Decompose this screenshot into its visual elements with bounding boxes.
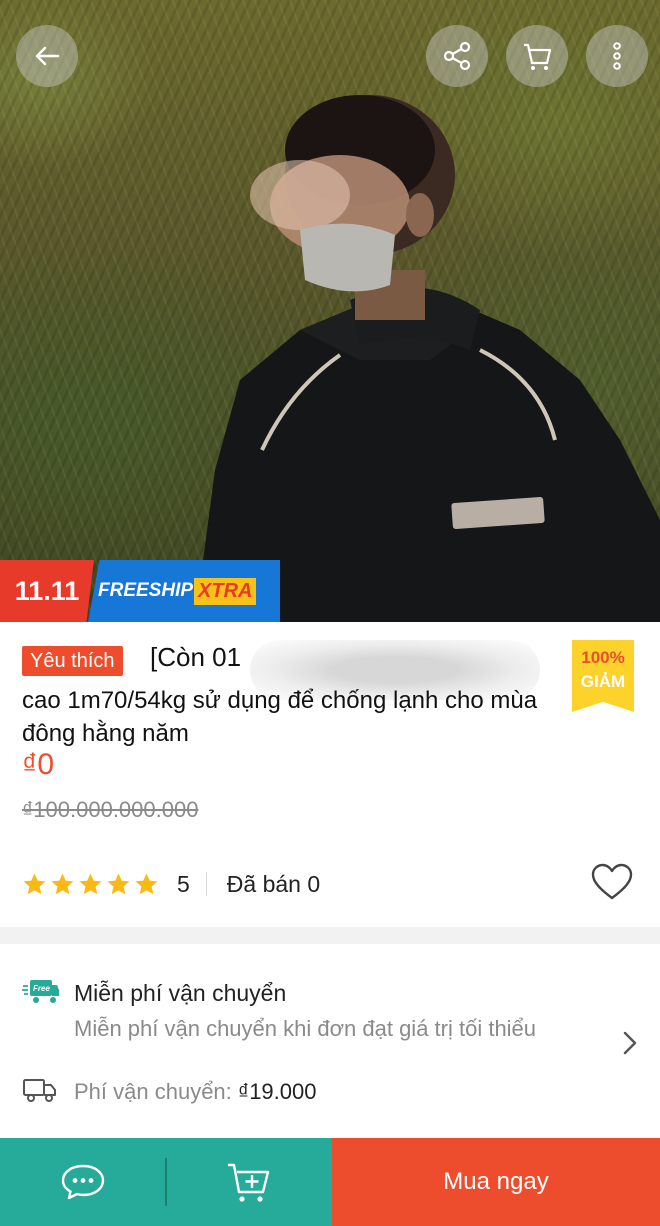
- discount-percent: 100%: [581, 648, 625, 667]
- product-title-start: [Còn 01: [150, 642, 242, 672]
- cart-button[interactable]: [506, 25, 568, 87]
- original-price: ₫100.000.000.000: [22, 797, 199, 822]
- promo-banner: 11.11 FREESHIP XTRA: [0, 560, 280, 622]
- add-to-cart-button[interactable]: [166, 1138, 332, 1226]
- star-icon: [135, 873, 158, 894]
- star-icon: [51, 873, 74, 894]
- shipping-fee: Phí vận chuyển: ₫19.000: [74, 1079, 317, 1105]
- star-icon: [79, 873, 102, 894]
- price: ₫0: [22, 748, 55, 781]
- back-button[interactable]: [16, 25, 78, 87]
- shipping-fee-amount: ₫19.000: [237, 1079, 317, 1104]
- cart-icon: [524, 43, 552, 70]
- share-button[interactable]: [426, 25, 488, 87]
- star-icon: [107, 873, 130, 894]
- chevron-right-icon[interactable]: [622, 1030, 638, 1056]
- free-shipping-title: Miễn phí vận chuyển: [74, 980, 287, 1006]
- product-info-card: Yêu thích [Còn 01 cao 1m70/54kg sử dụng …: [0, 622, 660, 927]
- product-image[interactable]: 11.11 FREESHIP XTRA: [0, 0, 660, 622]
- star-icon: [23, 873, 46, 894]
- rating-value: 5: [177, 870, 190, 897]
- favorite-badge: Yêu thích: [22, 646, 123, 676]
- discount-label: GIẢM: [580, 672, 626, 691]
- divider: [205, 872, 207, 896]
- product-photo-person: [195, 95, 660, 622]
- more-icon: [613, 42, 621, 70]
- chat-button[interactable]: [0, 1138, 166, 1226]
- freeship-xtra-badge: FREESHIP XTRA: [88, 560, 280, 622]
- favorite-heart-icon[interactable]: [590, 862, 634, 902]
- buy-now-button[interactable]: Mua ngay: [332, 1138, 660, 1226]
- rating-stars: [22, 872, 159, 897]
- sold-count: Đã bán 0: [226, 870, 321, 897]
- product-title: cao 1m70/54kg sử dụng để chống lạnh cho …: [22, 687, 538, 747]
- rating-row[interactable]: 5 Đã bán 0: [22, 866, 320, 902]
- chat-icon: [61, 1164, 105, 1200]
- add-to-cart-icon: [228, 1163, 270, 1202]
- more-button[interactable]: [586, 25, 648, 87]
- share-icon: [443, 41, 471, 71]
- back-arrow-icon: [35, 46, 60, 66]
- shipping-fee-label: Phí vận chuyển:: [74, 1079, 232, 1104]
- freeship-label: FREESHIP: [98, 580, 194, 601]
- shipping-section[interactable]: Free Miễn phí vận chuyển Miễn phí vận ch…: [0, 944, 660, 1138]
- xtra-label: XTRA: [194, 577, 257, 605]
- bottom-action-bar: Mua ngay: [0, 1138, 660, 1226]
- product-page: 11.11 FREESHIP XTRA Yêu thích [Còn 01 ca…: [0, 0, 660, 1226]
- shipping-truck-icon: [23, 1079, 56, 1102]
- divider: [165, 1158, 167, 1206]
- discount-badge: 100% GIẢM: [572, 640, 634, 712]
- free-icon-text: Free: [33, 984, 50, 993]
- free-shipping-icon: Free: [22, 980, 59, 1003]
- free-shipping-description: Miễn phí vận chuyển khi đơn đạt giá trị …: [74, 1016, 537, 1041]
- promo-date: 11.11: [0, 560, 94, 622]
